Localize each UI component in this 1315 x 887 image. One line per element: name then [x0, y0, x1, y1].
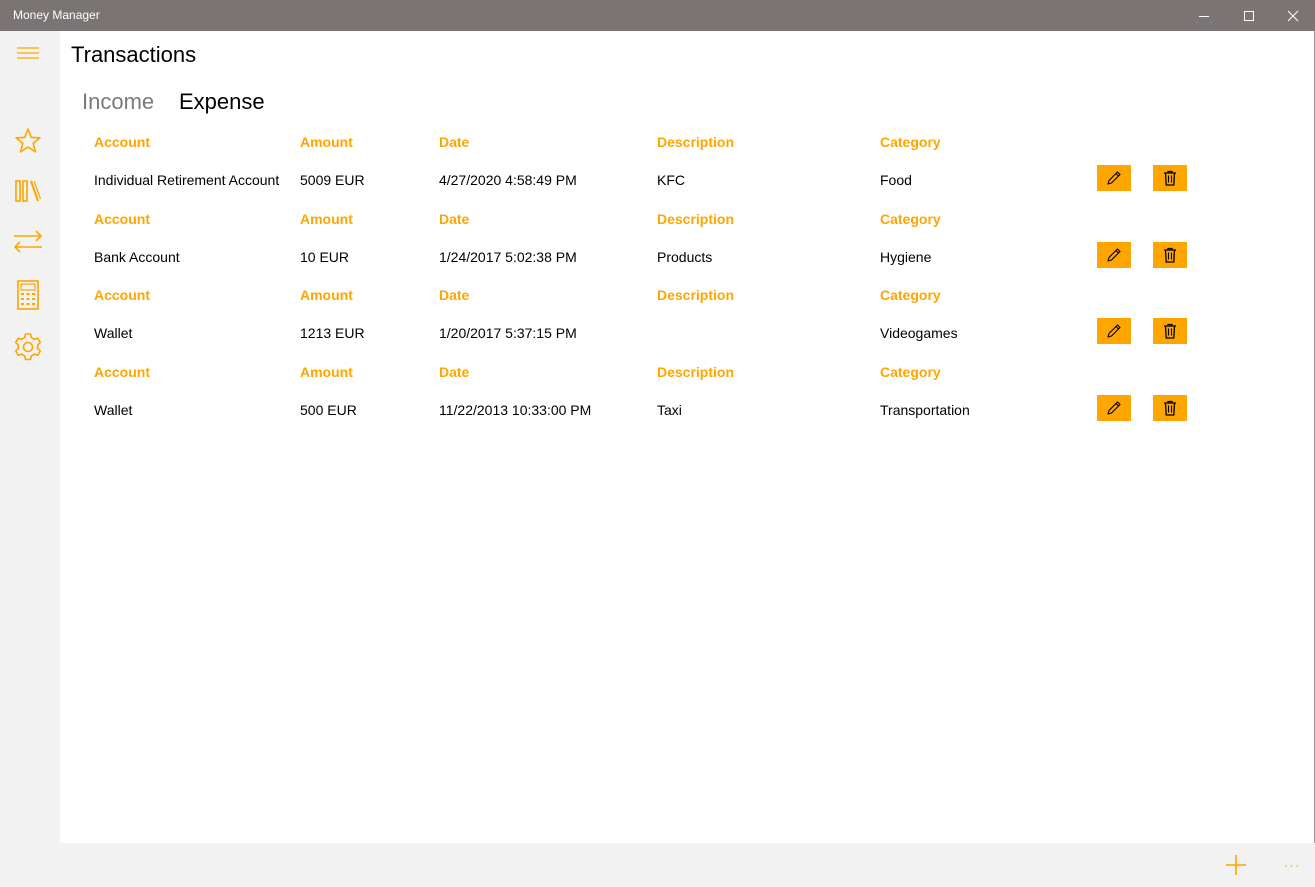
transaction-item: Account Amount Date Description Category Wall… — [94, 357, 1254, 434]
header-amount: Amount — [300, 287, 353, 303]
header-account: Account — [94, 363, 150, 380]
header-account: Account — [94, 287, 150, 303]
trash-icon — [1164, 247, 1176, 263]
nav-item-accounts[interactable] — [0, 169, 56, 213]
header-description: Description — [657, 287, 735, 303]
pencil-icon — [1107, 171, 1121, 185]
page-title: Transactions — [71, 42, 197, 67]
gear-icon — [14, 333, 42, 361]
transaction-description: KFC — [657, 172, 685, 188]
edit-transaction-button[interactable] — [1097, 165, 1131, 191]
transaction-category: Transportation — [880, 401, 970, 418]
nav-item-calculator[interactable] — [0, 273, 56, 317]
transaction-date: 4/27/2020 4:58:49 PM — [439, 172, 577, 188]
tab-expense[interactable]: Expense — [179, 89, 265, 115]
transaction-value-row: Bank Account 10 EUR 1/24/2017 5:02:38 PM Pr… — [94, 241, 1254, 272]
trash-icon — [1164, 400, 1176, 416]
transfer-arrows-icon — [13, 230, 43, 253]
transaction-amount: 5009 EUR — [300, 172, 365, 188]
transaction-account: Individual Retirement Account — [94, 172, 280, 188]
trash-icon — [1164, 170, 1176, 186]
trash-icon — [1164, 323, 1176, 339]
transaction-list: Account Amount Date Description Category Indi… — [94, 127, 1254, 433]
header-date: Date — [439, 134, 470, 150]
transaction-date: 11/22/2013 10:33:00 PM — [439, 401, 592, 418]
delete-transaction-button[interactable] — [1153, 394, 1187, 421]
header-description: Description — [657, 363, 735, 380]
star-icon — [15, 128, 41, 153]
close-button[interactable] — [1270, 0, 1315, 31]
maximize-icon — [1244, 10, 1254, 21]
transaction-account: Wallet — [94, 401, 133, 418]
pencil-icon — [1107, 400, 1121, 415]
transaction-value-row: Individual Retirement Account 5009 EUR 4/2… — [94, 165, 1254, 195]
delete-transaction-button[interactable] — [1153, 241, 1187, 268]
transaction-item: Account Amount Date Description Category Bank… — [94, 204, 1254, 281]
transaction-description: Products — [657, 248, 713, 265]
header-account: Account — [94, 134, 150, 150]
nav-item-favorites[interactable] — [0, 119, 56, 163]
nav-item-settings[interactable] — [0, 325, 56, 369]
add-transaction-button[interactable] — [1214, 843, 1258, 887]
main-content: Transactions Income Expense Account Amoun… — [60, 31, 1315, 843]
transaction-header-row: Account Amount Date Description Category — [94, 204, 1254, 234]
header-account: Account — [94, 210, 150, 227]
transaction-header-row: Account Amount Date Description Category — [94, 357, 1254, 387]
header-amount: Amount — [300, 363, 353, 380]
edit-transaction-button[interactable] — [1097, 241, 1131, 268]
transaction-header-row: Account Amount Date Description Category — [94, 280, 1254, 310]
transaction-category: Hygiene — [880, 248, 932, 265]
window-title: Money Manager — [13, 8, 100, 22]
transaction-item: Account Amount Date Description Category Wall… — [94, 280, 1254, 357]
close-icon — [1287, 10, 1299, 21]
more-options-button[interactable]: ··· — [1272, 843, 1312, 887]
pencil-icon — [1107, 247, 1121, 262]
hamburger-icon — [17, 47, 39, 59]
header-category: Category — [880, 363, 941, 380]
transaction-item: Account Amount Date Description Category Indi… — [94, 127, 1254, 204]
minimize-button[interactable] — [1181, 0, 1227, 31]
title-bar: Money Manager — [0, 0, 1315, 31]
transaction-date: 1/24/2017 5:02:38 PM — [439, 248, 577, 265]
transaction-header-row: Account Amount Date Description Category — [94, 127, 1254, 157]
transaction-description: Taxi — [657, 401, 682, 418]
transaction-value-row: Wallet 1213 EUR 1/20/2017 5:37:15 PM Videog… — [94, 318, 1254, 348]
header-amount: Amount — [300, 210, 353, 227]
transaction-value-row: Wallet 500 EUR 11/22/2013 10:33:00 PM Taxi T… — [94, 394, 1254, 425]
calculator-icon — [17, 280, 39, 310]
header-date: Date — [439, 210, 470, 227]
header-description: Description — [657, 210, 735, 227]
delete-transaction-button[interactable] — [1153, 165, 1187, 191]
header-category: Category — [880, 134, 941, 150]
transaction-category: Videogames — [880, 325, 958, 341]
nav-item-transactions[interactable] — [0, 219, 56, 263]
pencil-icon — [1107, 324, 1121, 338]
transaction-account: Bank Account — [94, 248, 180, 265]
library-icon — [15, 180, 42, 202]
plus-icon — [1226, 855, 1246, 875]
header-category: Category — [880, 210, 941, 227]
transaction-amount: 10 EUR — [300, 248, 350, 265]
maximize-button[interactable] — [1226, 0, 1272, 31]
header-amount: Amount — [300, 134, 353, 150]
command-bar: ··· — [0, 843, 1315, 887]
transaction-amount: 1213 EUR — [300, 325, 365, 341]
edit-transaction-button[interactable] — [1097, 394, 1131, 421]
transaction-category: Food — [880, 172, 912, 188]
hamburger-menu-button[interactable] — [0, 31, 56, 75]
header-category: Category — [880, 287, 941, 303]
delete-transaction-button[interactable] — [1153, 318, 1187, 344]
edit-transaction-button[interactable] — [1097, 318, 1131, 344]
header-date: Date — [439, 287, 470, 303]
tab-income[interactable]: Income — [82, 89, 154, 115]
transaction-date: 1/20/2017 5:37:15 PM — [439, 325, 577, 341]
minimize-icon — [1199, 15, 1209, 17]
transaction-account: Wallet — [94, 325, 133, 341]
nav-sidebar — [0, 31, 60, 843]
transaction-amount: 500 EUR — [300, 401, 357, 418]
header-description: Description — [657, 134, 735, 150]
header-date: Date — [439, 363, 470, 380]
